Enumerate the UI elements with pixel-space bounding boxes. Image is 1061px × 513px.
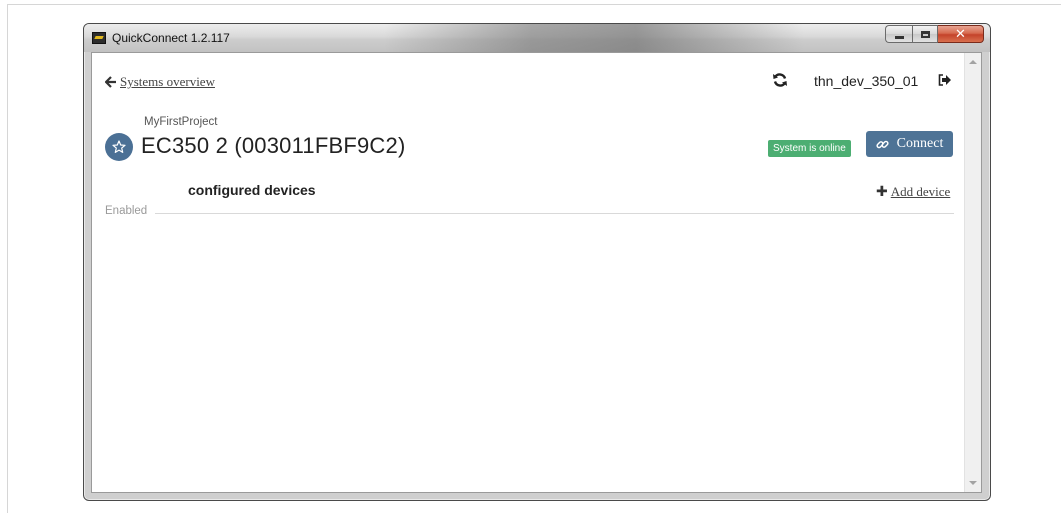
title-bar-glow [384,24,804,52]
star-icon [112,140,126,153]
systems-overview-label: Systems overview [120,74,215,89]
username: thn_dev_350_01 [814,73,919,89]
status-badge: System is online [768,140,851,157]
scroll-up-icon[interactable] [969,60,977,64]
close-icon: ✕ [955,26,966,42]
configured-devices-heading: configured devices [188,182,316,198]
vertical-scrollbar[interactable] [964,53,981,492]
logout-icon[interactable] [938,74,952,86]
systems-overview-link[interactable]: Systems overview [105,74,215,90]
title-bar[interactable]: QuickConnect 1.2.117 ✕ [84,24,990,52]
close-button[interactable]: ✕ [938,25,984,43]
window-controls: ✕ [885,25,984,44]
enabled-group-label: Enabled [105,205,148,217]
plus-icon: ✚ [876,184,888,200]
window-title: QuickConnect 1.2.117 [112,31,230,45]
minimize-icon [894,36,904,39]
maximize-button[interactable] [912,25,938,43]
maximize-icon [920,30,930,38]
connect-label: Connect [896,136,944,151]
refresh-icon[interactable] [772,72,788,88]
add-device-label: Add device [890,184,951,199]
arrow-left-icon [105,76,116,88]
connect-button[interactable]: Connect [866,131,953,157]
add-device-link[interactable]: ✚ Add device [876,184,950,200]
app-window: QuickConnect 1.2.117 ✕ Systems overview [83,23,991,501]
app-logo-icon [92,32,106,44]
project-name: MyFirstProject [144,116,218,128]
link-icon [876,140,889,148]
enabled-divider [155,213,954,214]
system-title: EC350 2 (003011FBF9C2) [141,133,406,158]
app-content: Systems overview thn_dev_350_01 MyFirstP… [91,52,982,493]
scroll-down-icon[interactable] [969,481,977,485]
favorite-button[interactable] [105,133,133,161]
minimize-button[interactable] [885,25,912,43]
